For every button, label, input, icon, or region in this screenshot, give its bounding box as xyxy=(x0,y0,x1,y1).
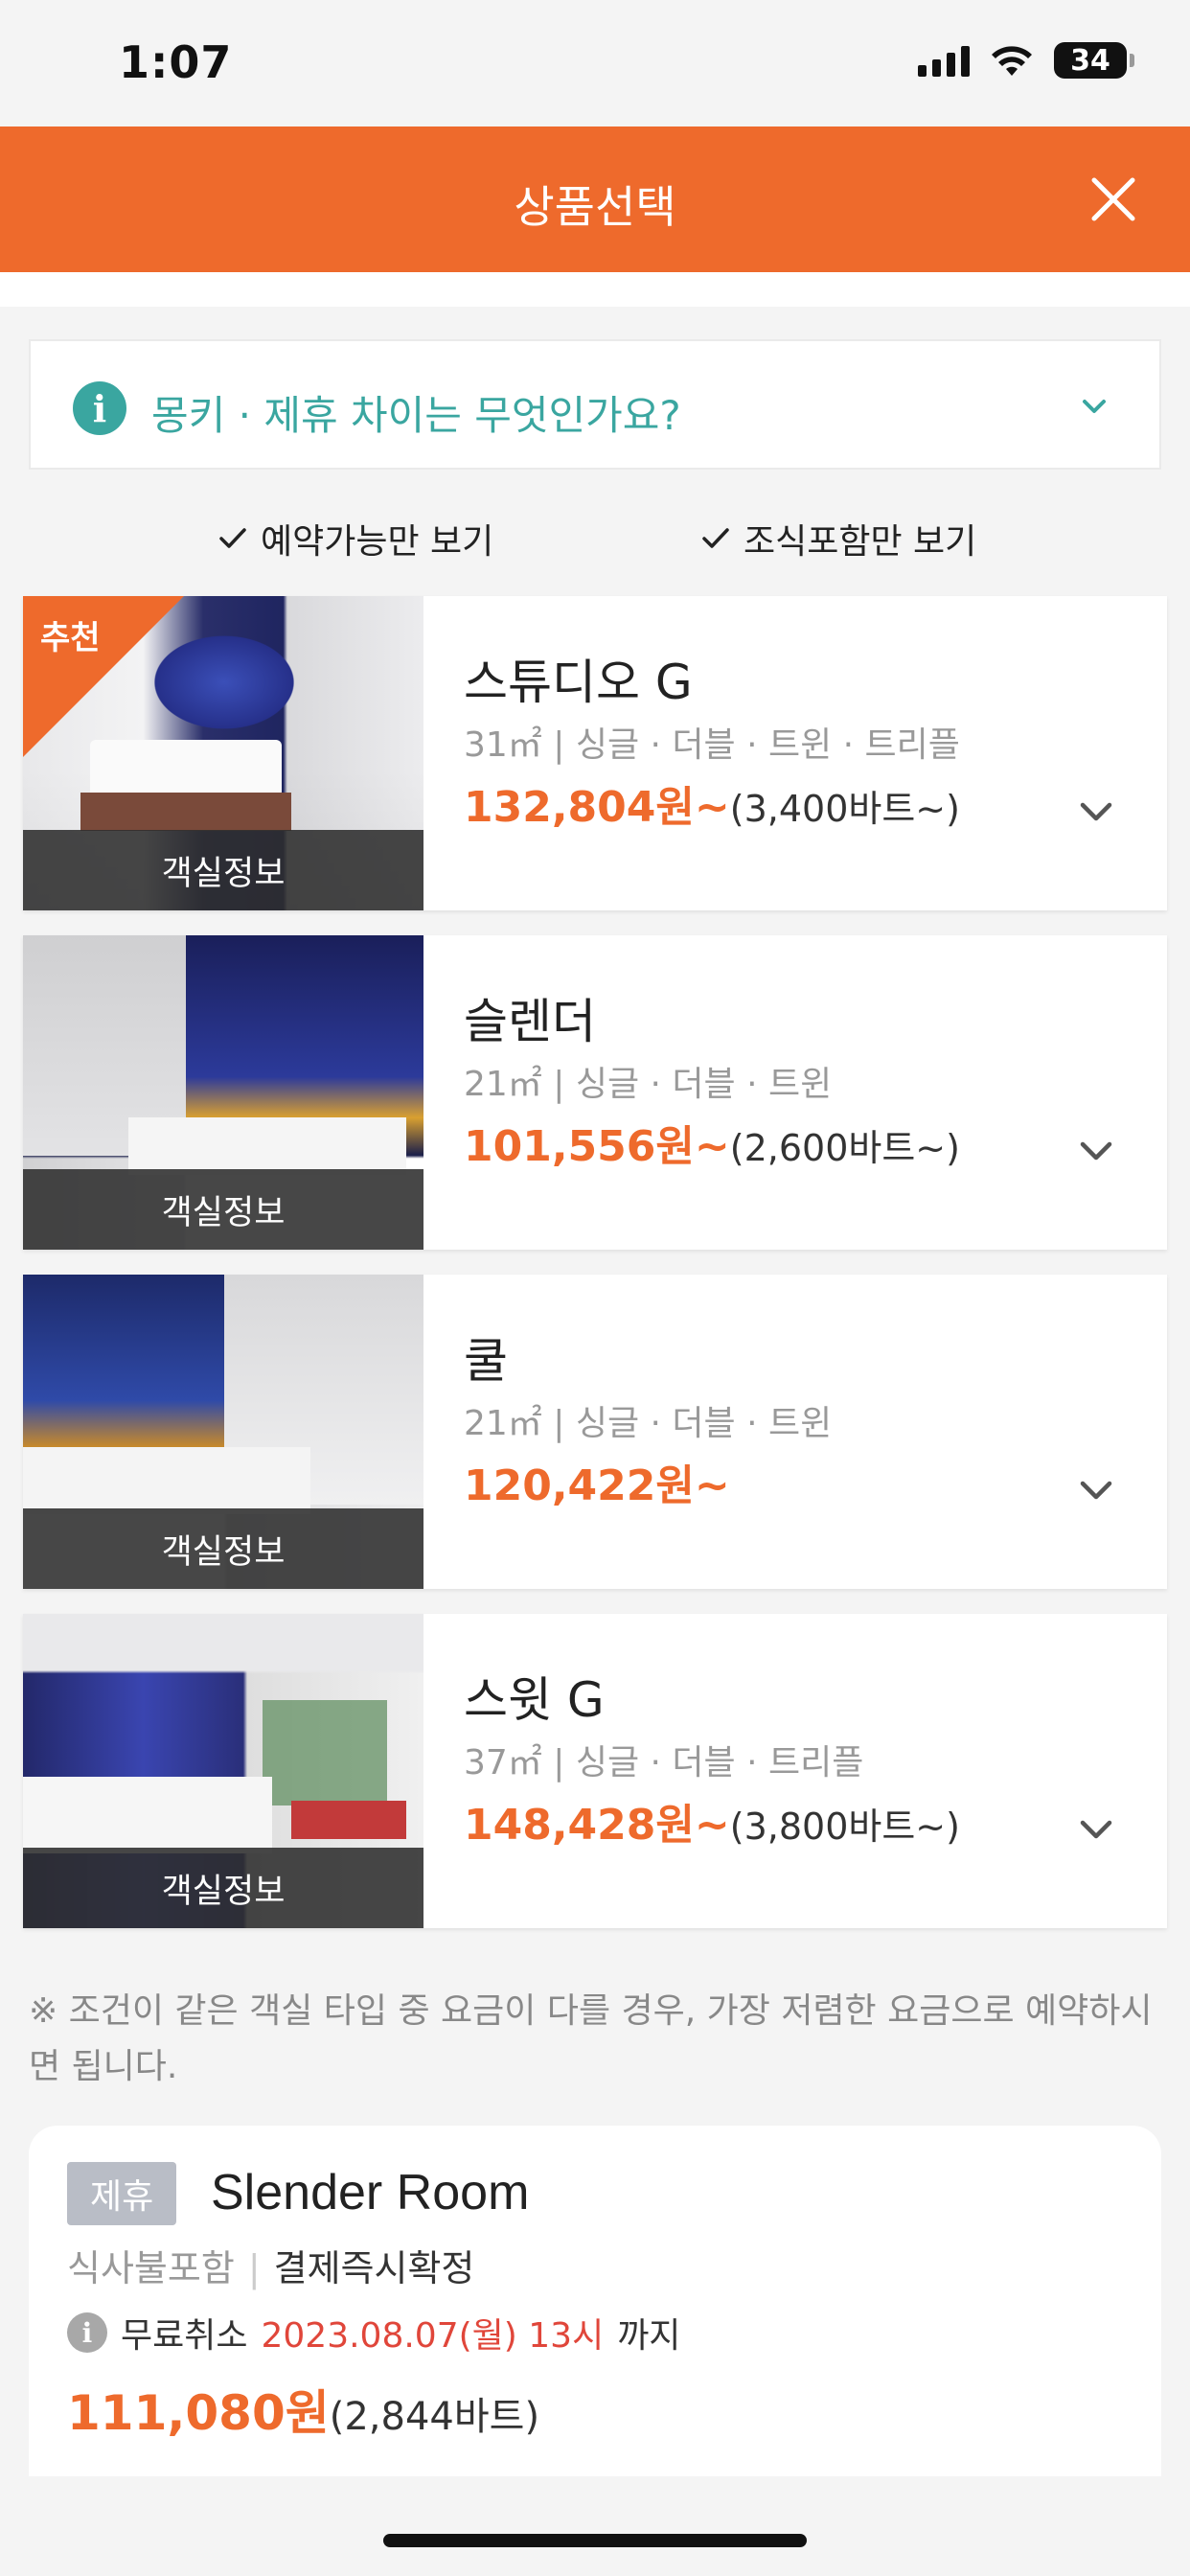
room-spec: 37㎡ | 싱글 · 더블 · 트리플 xyxy=(464,1743,864,1782)
price-notice: ※ 조건이 같은 객실 타입 중 요금이 다를 경우, 가장 저렴한 요금으로 … xyxy=(29,1991,1153,2086)
chevron-down-icon xyxy=(1083,400,1106,413)
wifi-icon xyxy=(992,46,1032,76)
room-image[interactable]: 객실정보 xyxy=(23,935,423,1250)
room-image[interactable]: 객실정보 xyxy=(23,1275,423,1589)
room-info-label: 객실정보 xyxy=(23,830,423,910)
room-info-label: 객실정보 xyxy=(23,1508,423,1589)
chevron-down-icon[interactable] xyxy=(1073,788,1119,834)
offer-meta: 식사불포함 | 결제즉시확정 xyxy=(67,2239,474,2291)
room-spec: 31㎡ | 싱글 · 더블 · 트윈 · 트리플 xyxy=(464,725,960,765)
status-bar: 1:07 34 xyxy=(0,0,1190,126)
price-krw: 120,422원~ xyxy=(464,1461,730,1510)
bottom-safe-area xyxy=(0,2476,1190,2576)
close-icon[interactable] xyxy=(1085,171,1142,228)
page-title: 상품선택 xyxy=(514,181,676,233)
room-price: 101,556원~(2,600바트~) xyxy=(464,1112,960,1173)
room-spec: 21㎡ | 싱글 · 더블 · 트윈 xyxy=(464,1404,833,1443)
room-name: 스튜디오 G xyxy=(464,655,693,710)
room-price: 148,428원~(3,800바트~) xyxy=(464,1790,960,1852)
meta-divider: | xyxy=(247,2247,261,2289)
offer-title: Slender Room xyxy=(211,2165,530,2220)
cellular-signal-icon xyxy=(918,44,970,77)
chevron-down-icon[interactable] xyxy=(1073,1127,1119,1173)
room-info-label: 객실정보 xyxy=(23,1169,423,1250)
price-baht: (3,400바트~) xyxy=(729,788,960,830)
price-baht: (2,844바트) xyxy=(329,2395,540,2439)
cancel-suffix: 까지 xyxy=(617,2316,681,2356)
room-price: 132,804원~(3,400바트~) xyxy=(464,772,960,834)
check-icon xyxy=(219,528,246,548)
status-time: 1:07 xyxy=(119,36,233,88)
price-krw: 101,556원~ xyxy=(464,1122,730,1171)
room-card[interactable]: 객실정보 스윗 G 37㎡ | 싱글 · 더블 · 트리플 148,428원~(… xyxy=(23,1614,1167,1928)
chevron-down-icon[interactable] xyxy=(1073,1806,1119,1852)
partner-tag: 제휴 xyxy=(67,2162,177,2225)
filter-available[interactable]: 예약가능만 보기 xyxy=(217,514,493,564)
info-accordion[interactable]: i 몽키 · 제휴 차이는 무엇인가요? xyxy=(29,339,1161,470)
cancel-policy: i 무료취소 2023.08.07(월) 13시 까지 xyxy=(67,2308,680,2358)
price-krw: 148,428원~ xyxy=(464,1801,730,1850)
price-krw: 132,804원~ xyxy=(464,783,730,832)
filter-available-label: 예약가능만 보기 xyxy=(261,522,494,562)
room-card[interactable]: 객실정보 슬렌더 21㎡ | 싱글 · 더블 · 트윈 101,556원~(2,… xyxy=(23,935,1167,1250)
price-baht: (2,600바트~) xyxy=(729,1127,960,1169)
room-card[interactable]: 객실정보 쿨 21㎡ | 싱글 · 더블 · 트윈 120,422원~ xyxy=(23,1275,1167,1589)
battery-icon: 34 xyxy=(1054,42,1134,79)
room-spec: 21㎡ | 싱글 · 더블 · 트윈 xyxy=(464,1065,833,1104)
check-icon xyxy=(702,528,729,548)
info-question: 몽키 · 제휴 차이는 무엇인가요? xyxy=(151,392,681,439)
info-icon: i xyxy=(73,381,126,435)
status-icons: 34 xyxy=(918,42,1134,79)
price-krw: 111,080원 xyxy=(67,2385,330,2441)
price-baht: (3,800바트~) xyxy=(729,1806,960,1848)
room-image[interactable]: 객실정보 xyxy=(23,1614,423,1928)
meal-status: 식사불포함 xyxy=(67,2247,235,2289)
info-icon: i xyxy=(67,2312,107,2353)
chevron-down-icon[interactable] xyxy=(1073,1466,1119,1512)
room-info-label: 객실정보 xyxy=(23,1848,423,1928)
filter-breakfast-label: 조식포함만 보기 xyxy=(744,522,977,562)
room-price: 120,422원~ xyxy=(464,1451,730,1512)
cancel-label: 무료취소 xyxy=(121,2316,248,2356)
header-bar: 상품선택 xyxy=(0,126,1190,272)
room-name: 슬렌더 xyxy=(464,994,596,1049)
header-divider xyxy=(0,272,1190,307)
recommend-badge-label: 추천 xyxy=(40,619,101,657)
room-image[interactable]: 추천 객실정보 xyxy=(23,596,423,910)
confirm-status: 결제즉시확정 xyxy=(273,2247,475,2289)
offer-price: 111,080원(2,844바트) xyxy=(67,2375,539,2444)
room-name: 쿨 xyxy=(464,1333,508,1389)
room-card[interactable]: 추천 객실정보 스튜디오 G 31㎡ | 싱글 · 더블 · 트윈 · 트리플 … xyxy=(23,596,1167,910)
room-name: 스윗 G xyxy=(464,1672,605,1728)
home-indicator[interactable] xyxy=(383,2534,807,2547)
filter-breakfast[interactable]: 조식포함만 보기 xyxy=(699,514,976,564)
cancel-date: 2023.08.07(월) 13시 xyxy=(261,2316,605,2356)
